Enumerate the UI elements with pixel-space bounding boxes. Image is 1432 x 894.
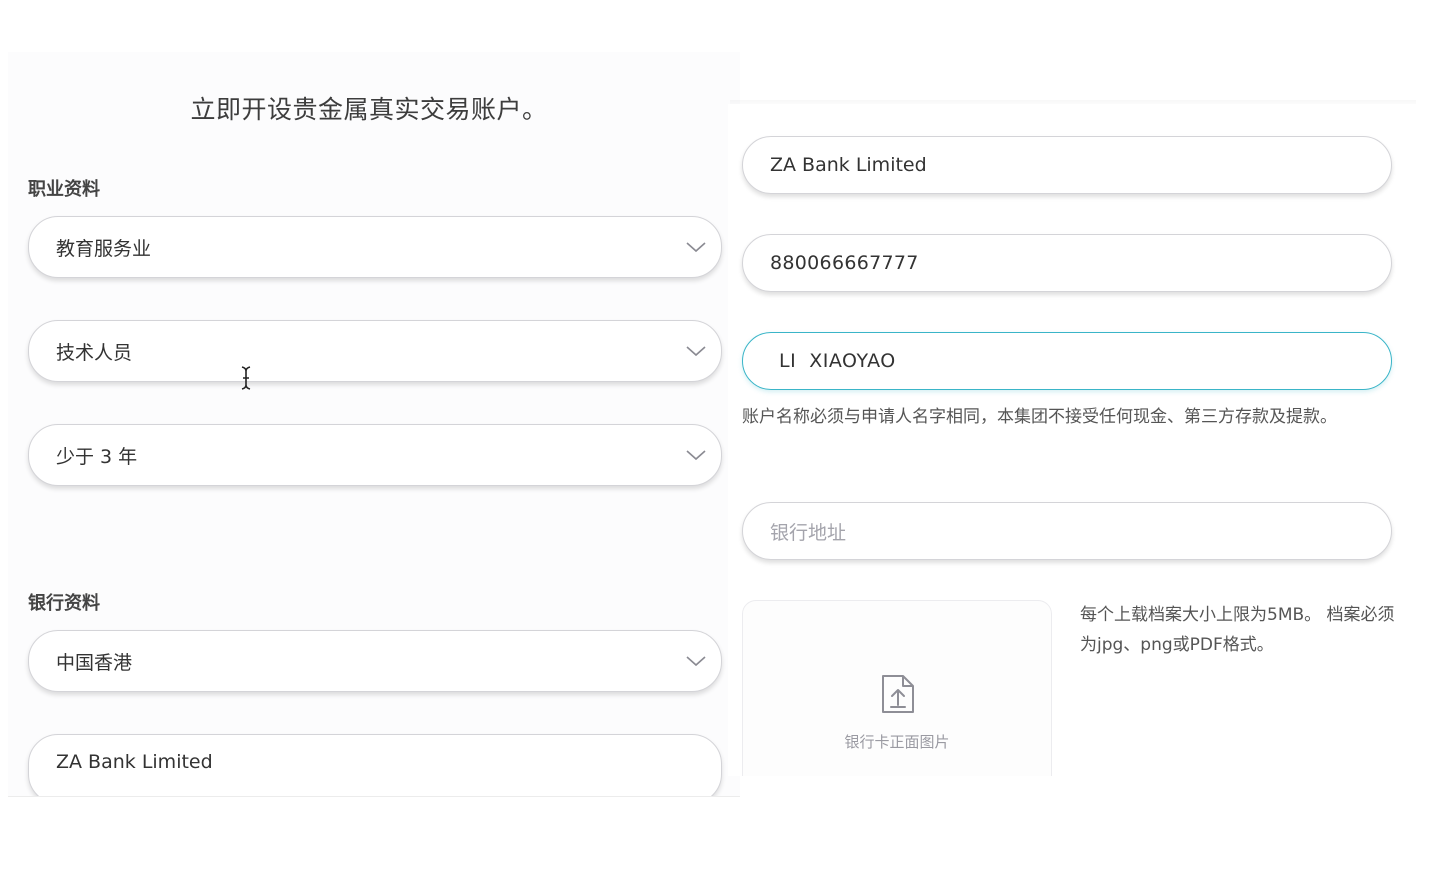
file-upload-icon [882, 675, 914, 713]
screen: 立即开设贵金属真实交易账户。 职业资料 教育服务业 技术人员 少于 3 年 银行… [0, 0, 1432, 894]
occupation-section-title: 职业资料 [28, 179, 100, 200]
account-holder-field[interactable]: LI XIAOYAO [742, 332, 1392, 390]
page-title: 立即开设贵金属真实交易账户。 [190, 95, 548, 124]
account-holder-value: LI XIAOYAO [779, 350, 896, 372]
chevron-down-icon [686, 242, 706, 253]
years-select-value: 少于 3 年 [56, 445, 138, 468]
region-select[interactable]: 中国香港 [28, 630, 722, 692]
position-select[interactable]: 技术人员 [28, 320, 722, 382]
years-select[interactable]: 少于 3 年 [28, 424, 722, 486]
bank-section-title: 银行资料 [28, 593, 100, 614]
account-name-hint: 账户名称必须与申请人名字相同，本集团不接受任何现金、第三方存款及提款。 [742, 407, 1337, 427]
industry-select[interactable]: 教育服务业 [28, 216, 722, 278]
region-select-value: 中国香港 [56, 651, 133, 674]
position-select-value: 技术人员 [56, 341, 133, 364]
bank-card-upload[interactable]: 银行卡正面图片 [742, 600, 1052, 776]
upload-hint: 每个上载档案大小上限为5MB。 档案必须为jpg、png或PDF格式。 [1080, 605, 1395, 655]
bank-name-value: ZA Bank Limited [770, 154, 927, 176]
bank-name-value: ZA Bank Limited [56, 751, 213, 773]
account-number-field[interactable]: 880066667777 [742, 234, 1392, 292]
chevron-down-icon [686, 656, 706, 667]
bank-address-placeholder: 银行地址 [770, 521, 847, 544]
text-cursor-icon [241, 366, 251, 390]
bank-name-field[interactable]: ZA Bank Limited [742, 136, 1392, 194]
chevron-down-icon [686, 450, 706, 461]
occupation-bank-form-left: 立即开设贵金属真实交易账户。 职业资料 教育服务业 技术人员 少于 3 年 银行… [8, 52, 740, 797]
bank-form-right: ZA Bank Limited 880066667777 LI XIAOYAO … [728, 104, 1416, 776]
upload-label: 银行卡正面图片 [844, 733, 950, 751]
bank-address-field[interactable]: 银行地址 [742, 502, 1392, 560]
chevron-down-icon [686, 346, 706, 357]
account-number-value: 880066667777 [770, 252, 919, 274]
industry-select-value: 教育服务业 [56, 237, 152, 260]
bank-name-field[interactable]: ZA Bank Limited [28, 734, 722, 796]
